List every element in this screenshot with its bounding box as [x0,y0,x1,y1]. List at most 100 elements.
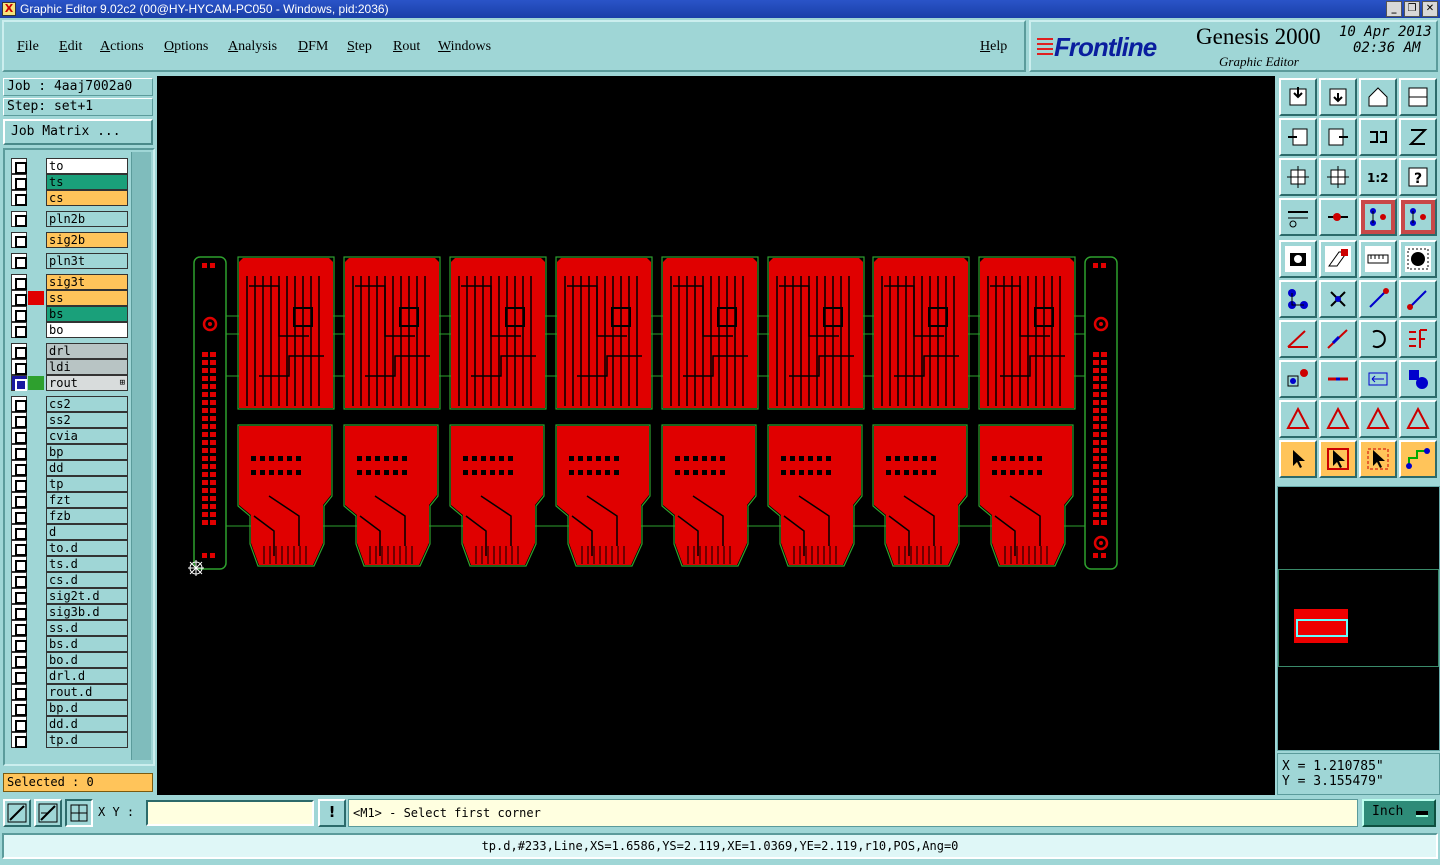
triangle-red-tool-button[interactable] [1359,400,1397,438]
layer-name[interactable]: to.d [46,540,128,556]
triangle-tool-button[interactable] [1279,400,1317,438]
layer-name[interactable]: sig2t.d [46,588,128,604]
layer-name[interactable]: bo [46,322,128,338]
layer-row-rout-d[interactable]: rout.d [11,684,129,700]
layer-name[interactable]: cs [46,190,128,206]
fit-tool-button[interactable] [1279,158,1317,196]
layer-row-ss[interactable]: ss [11,290,129,306]
layer-checkbox[interactable] [11,428,27,444]
layer-name[interactable]: to [46,158,128,174]
layer-checkbox[interactable] [11,572,27,588]
line-tool-button[interactable] [1319,320,1357,358]
pcb-panel-drawing[interactable] [157,76,1275,795]
layer-checkbox[interactable] [11,604,27,620]
layer-name[interactable]: drl.d [46,668,128,684]
layer-name[interactable]: sig3t [46,274,128,290]
menu-step[interactable]: Step [347,39,372,55]
help-tool-button[interactable]: ? [1399,158,1437,196]
layer-row-sig2t-d[interactable]: sig2t.d [11,588,129,604]
layer-row-bs-d[interactable]: bs.d [11,636,129,652]
layer-row-bs[interactable]: bs [11,306,129,322]
angle-tool-button[interactable] [1279,320,1317,358]
draw-tool-button[interactable] [1319,240,1357,278]
layer-checkbox[interactable] [11,444,27,460]
layer-row-pln3t[interactable]: pln3t [11,253,129,269]
layer-row-bp-d[interactable]: bp.d [11,700,129,716]
layer-name[interactable]: cvia [46,428,128,444]
layer-checkbox[interactable] [11,460,27,476]
layer-row-sig3b-d[interactable]: sig3b.d [11,604,129,620]
layer-name[interactable]: dd [46,460,128,476]
layer-row-d[interactable]: d [11,524,129,540]
layer-checkbox[interactable] [11,588,27,604]
menu-actions[interactable]: Actions [100,39,144,55]
layer-checkbox[interactable] [11,322,27,338]
layer-checkbox[interactable] [11,375,27,391]
snap-cursor-button[interactable] [3,799,31,827]
layer-name[interactable]: pln3t [46,253,128,269]
layer-checkbox[interactable] [11,540,27,556]
measure-tool-button[interactable] [1359,240,1397,278]
layer-row-cs[interactable]: cs [11,190,129,206]
layer-row-rout[interactable]: rout ⊞ [11,375,129,391]
pan-left-tool-button[interactable] [1279,118,1317,156]
layer-scrollbar[interactable] [131,152,151,760]
layer-name[interactable]: bp [46,444,128,460]
snap-toggle-tool-button[interactable] [1399,198,1437,236]
job-matrix-button[interactable]: Job Matrix ... [3,119,153,145]
layer-checkbox[interactable] [11,508,27,524]
layer-row-ss-d[interactable]: ss.d [11,620,129,636]
menu-edit[interactable]: Edit [59,39,82,55]
overview-window[interactable] [1277,486,1440,751]
layer-name[interactable]: rout.d [46,684,128,700]
split-tool-button[interactable] [1399,320,1437,358]
title-bar[interactable]: X Graphic Editor 9.02c2 (00@HY-HYCAM-PC0… [0,0,1440,18]
layer-name[interactable]: ts.d [46,556,128,572]
minimize-button[interactable]: _ [1386,1,1402,17]
zoom-step-tool-button[interactable] [1319,78,1357,116]
layer-checkbox[interactable] [11,700,27,716]
menu-rout[interactable]: Rout [393,39,420,55]
layer-checkbox[interactable] [11,158,27,174]
layer-name[interactable]: sig3b.d [46,604,128,620]
layer-checkbox[interactable] [11,668,27,684]
connect-tool-button[interactable] [1359,280,1397,318]
graphic-canvas[interactable] [157,76,1275,795]
layer-row-to[interactable]: to [11,158,129,174]
layer-name[interactable]: sig2b [46,232,128,248]
layer-checkbox[interactable] [11,232,27,248]
layer-name[interactable]: ss.d [46,620,128,636]
tools-tool-button[interactable] [1279,198,1317,236]
layer-name[interactable]: fzb [46,508,128,524]
restore-button[interactable]: ❐ [1404,1,1420,17]
menu-analysis[interactable]: Analysis [228,39,277,55]
menu-file[interactable]: File [17,39,39,55]
layer-checkbox[interactable] [11,253,27,269]
layer-row-pln2b[interactable]: pln2b [11,211,129,227]
measure-cursor-button[interactable] [34,799,62,827]
triangle-alt-tool-button[interactable] [1319,400,1357,438]
layer-name[interactable]: bo.d [46,652,128,668]
pan-right-tool-button[interactable] [1319,118,1357,156]
connect-alt-tool-button[interactable] [1399,280,1437,318]
layer-checkbox[interactable] [11,524,27,540]
layer-name[interactable]: d [46,524,128,540]
layer-name[interactable]: drl [46,343,128,359]
layer-name[interactable]: rout ⊞ [46,375,128,391]
layer-row-ss2[interactable]: ss2 [11,412,129,428]
layer-checkbox[interactable] [11,396,27,412]
fill-tool-button[interactable] [1399,240,1437,278]
layer-name[interactable]: cs.d [46,572,128,588]
pointer-tool-button[interactable] [1279,440,1317,478]
cut-tool-button[interactable] [1319,360,1357,398]
layer-row-tp-d[interactable]: tp.d [11,732,129,748]
triangle-cross-tool-button[interactable] [1399,400,1437,438]
layer-checkbox[interactable] [11,274,27,290]
layer-name[interactable]: pln2b [46,211,128,227]
layer-row-bp[interactable]: bp [11,444,129,460]
route-tool-button[interactable] [1399,440,1437,478]
layer-row-ts[interactable]: ts [11,174,129,190]
layer-name[interactable]: tp [46,476,128,492]
layer-checkbox[interactable] [11,620,27,636]
shape-tool-button[interactable] [1399,360,1437,398]
